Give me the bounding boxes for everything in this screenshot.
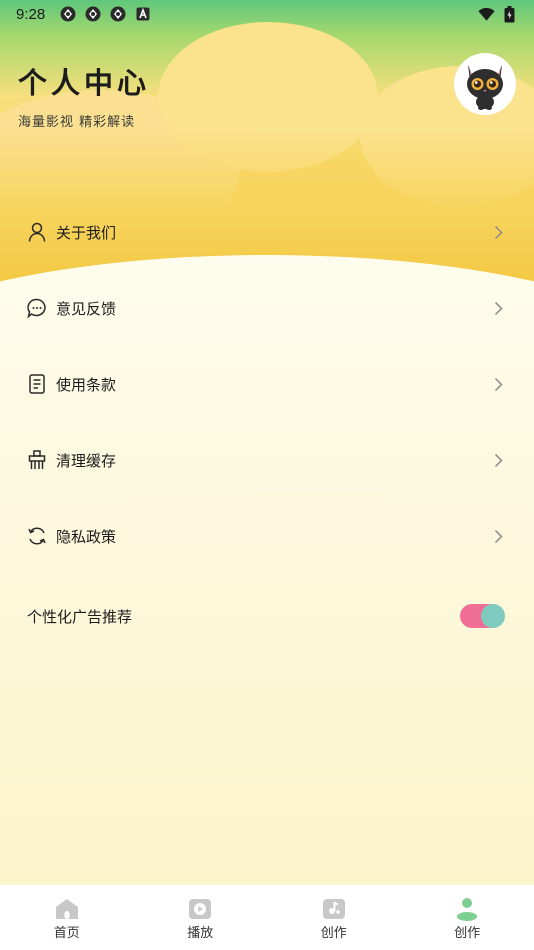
tab-label: 首页: [53, 926, 80, 941]
wifi-icon: [478, 6, 495, 23]
chevron-right-icon: [492, 224, 504, 240]
user-icon: [27, 222, 47, 242]
menu-item-label: 使用条款: [56, 375, 117, 394]
menu-item-clear-cache[interactable]: 清理缓存: [0, 422, 534, 498]
status-time: 9:28: [16, 5, 46, 23]
menu-item-feedback[interactable]: 意见反馈: [0, 270, 534, 346]
chat-bubble-icon: [27, 298, 47, 318]
menu-item-privacy-policy[interactable]: 隐私政策: [0, 498, 534, 574]
chevron-right-icon: [492, 300, 504, 316]
personalized-ads-row: 个性化广告推荐: [0, 578, 534, 654]
chevron-right-icon: [492, 528, 504, 544]
page-subtitle: 海量影视 精彩解读: [18, 115, 136, 130]
toggle-knob: [481, 604, 505, 628]
profile-header: 个人中心 海量影视 精彩解读: [18, 60, 150, 130]
create-icon: [322, 898, 346, 920]
tab-label: 创作: [454, 926, 481, 941]
menu-item-about-us[interactable]: 关于我们: [0, 194, 534, 270]
avatar[interactable]: [454, 53, 516, 115]
black-cat-avatar-icon: [467, 65, 503, 110]
home-icon: [55, 898, 79, 920]
menu-item-label: 意见反馈: [56, 299, 117, 318]
battery-icon: [501, 5, 518, 23]
bottom-tab-bar: 首页 播放 创作 创作: [0, 885, 534, 950]
status-bar: 9:28: [0, 0, 534, 28]
menu-item-terms-of-use[interactable]: 使用条款: [0, 346, 534, 422]
menu-item-label: 关于我们: [56, 223, 117, 242]
chevron-right-icon: [492, 452, 504, 468]
profile-icon: [455, 898, 479, 921]
page-title: 个人中心: [18, 68, 151, 100]
status-right-icons: [478, 5, 518, 23]
status-notification-icons: [59, 6, 151, 23]
tab-profile[interactable]: 创作: [401, 885, 534, 950]
document-icon: [27, 374, 47, 394]
personalized-ads-toggle[interactable]: [460, 604, 505, 628]
tab-label: 播放: [187, 926, 214, 941]
play-icon: [188, 898, 212, 920]
app-notification-icon: [84, 6, 101, 23]
personalized-ads-label: 个性化广告推荐: [27, 607, 133, 626]
tab-play[interactable]: 播放: [134, 885, 268, 950]
app-notification-icon: [109, 6, 126, 23]
menu-item-label: 清理缓存: [56, 451, 117, 470]
refresh-icon: [27, 526, 47, 546]
a-icon: [134, 6, 151, 23]
tab-home[interactable]: 首页: [0, 885, 134, 950]
settings-menu: 关于我们 意见反馈 使用条款 清理缓存 隐私政策: [0, 194, 534, 574]
chevron-right-icon: [492, 376, 504, 392]
tab-create[interactable]: 创作: [267, 885, 401, 950]
menu-item-label: 隐私政策: [56, 527, 117, 546]
app-notification-icon: [59, 6, 76, 23]
broom-icon: [27, 450, 47, 470]
tab-label: 创作: [320, 926, 347, 941]
